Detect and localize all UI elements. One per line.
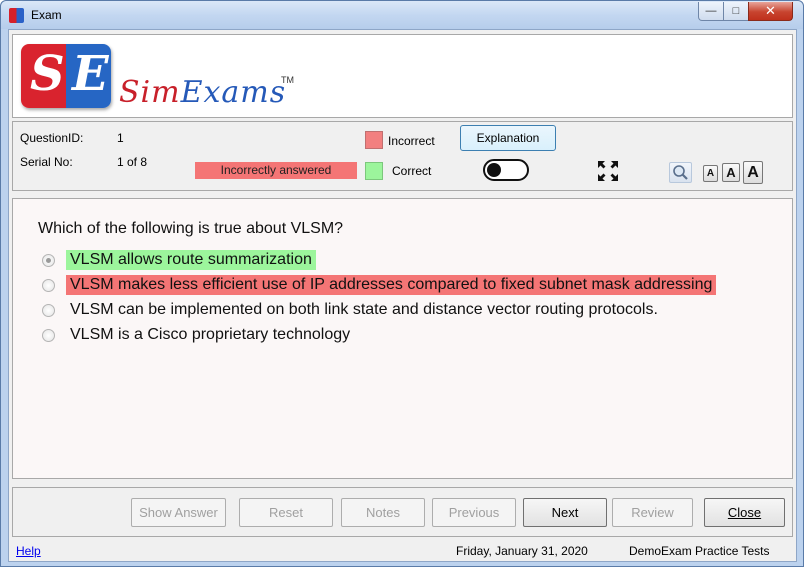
app-icon bbox=[9, 8, 24, 23]
next-button[interactable]: Next bbox=[523, 498, 607, 527]
close-exam-button[interactable]: Close bbox=[704, 498, 785, 527]
radio-button[interactable] bbox=[42, 253, 55, 267]
answer-option-text: VLSM makes less efficient use of IP addr… bbox=[66, 275, 717, 295]
radio-button[interactable] bbox=[42, 303, 55, 317]
answer-option-text: VLSM can be implemented on both link sta… bbox=[70, 301, 658, 318]
logo-letter-s: S bbox=[30, 46, 65, 102]
explanation-toggle[interactable] bbox=[483, 159, 529, 181]
window-title: Exam bbox=[31, 8, 62, 22]
search-icon bbox=[673, 165, 688, 180]
question-text: Which of the following is true about VLS… bbox=[38, 220, 344, 237]
review-button[interactable]: Review bbox=[612, 498, 693, 527]
footer-product-name: DemoExam Practice Tests bbox=[629, 544, 770, 558]
question-info-panel: QuestionID: 1 Serial No: 1 of 8 Incorrec… bbox=[12, 121, 793, 191]
search-button[interactable] bbox=[669, 162, 692, 183]
font-size-small-button[interactable]: A bbox=[703, 165, 718, 182]
exam-window: Exam — □ ✕ S E SimExams TM QuestionID: 1… bbox=[0, 0, 804, 567]
toggle-knob bbox=[487, 163, 501, 177]
legend-incorrect-swatch bbox=[365, 131, 383, 149]
navigation-panel: Show Answer Reset Notes Previous Next Re… bbox=[12, 487, 793, 537]
answer-status-badge: Incorrectly answered bbox=[195, 162, 357, 179]
simexams-logo: S E bbox=[21, 44, 111, 108]
logo-panel: S E SimExams TM bbox=[12, 34, 793, 118]
answer-option-text: VLSM is a Cisco proprietary technology bbox=[70, 326, 351, 343]
maximize-button[interactable]: □ bbox=[723, 2, 749, 21]
previous-button[interactable]: Previous bbox=[432, 498, 516, 527]
legend-incorrect-label: Incorrect bbox=[388, 134, 435, 148]
radio-button[interactable] bbox=[42, 328, 55, 342]
close-icon: ✕ bbox=[765, 3, 776, 18]
legend-correct-label: Correct bbox=[392, 164, 432, 178]
serial-no-value: 1 of 8 bbox=[117, 155, 148, 169]
reset-button[interactable]: Reset bbox=[239, 498, 333, 527]
footer-date: Friday, January 31, 2020 bbox=[456, 544, 588, 558]
question-panel: Which of the following is true about VLS… bbox=[12, 198, 793, 479]
legend-correct-swatch bbox=[365, 162, 383, 180]
answer-option-2[interactable]: VLSM makes less efficient use of IP addr… bbox=[42, 274, 717, 296]
title-bar[interactable]: Exam — □ ✕ bbox=[1, 1, 803, 29]
logo-wordmark-exams: Exams bbox=[180, 75, 287, 110]
explanation-button[interactable]: Explanation bbox=[460, 125, 556, 151]
font-size-large-button[interactable]: A bbox=[743, 161, 763, 184]
answer-option-4[interactable]: VLSM is a Cisco proprietary technology bbox=[42, 324, 354, 346]
show-answer-button[interactable]: Show Answer bbox=[131, 498, 226, 527]
answer-option-text: VLSM allows route summarization bbox=[66, 250, 316, 270]
logo-trademark: TM bbox=[281, 75, 294, 85]
logo-wordmark-sim: Sim bbox=[119, 75, 181, 110]
serial-no-label: Serial No: bbox=[20, 155, 73, 169]
font-size-medium-button[interactable]: A bbox=[722, 163, 740, 182]
answer-option-1[interactable]: VLSM allows route summarization bbox=[42, 249, 316, 271]
minimize-button[interactable]: — bbox=[698, 2, 724, 21]
maximize-icon: □ bbox=[732, 5, 740, 17]
close-window-button[interactable]: ✕ bbox=[748, 2, 793, 21]
radio-button[interactable] bbox=[42, 278, 55, 292]
help-link[interactable]: Help bbox=[16, 544, 41, 558]
fullscreen-icon[interactable] bbox=[596, 159, 620, 183]
question-id-value: 1 bbox=[117, 131, 124, 145]
minimize-icon: — bbox=[705, 5, 717, 17]
question-id-label: QuestionID: bbox=[20, 131, 84, 145]
answer-option-3[interactable]: VLSM can be implemented on both link sta… bbox=[42, 299, 662, 321]
notes-button[interactable]: Notes bbox=[341, 498, 425, 527]
window-client-area: S E SimExams TM QuestionID: 1 Serial No:… bbox=[8, 29, 797, 562]
logo-wordmark: SimExams bbox=[119, 75, 286, 110]
logo-letter-e: E bbox=[72, 46, 109, 102]
